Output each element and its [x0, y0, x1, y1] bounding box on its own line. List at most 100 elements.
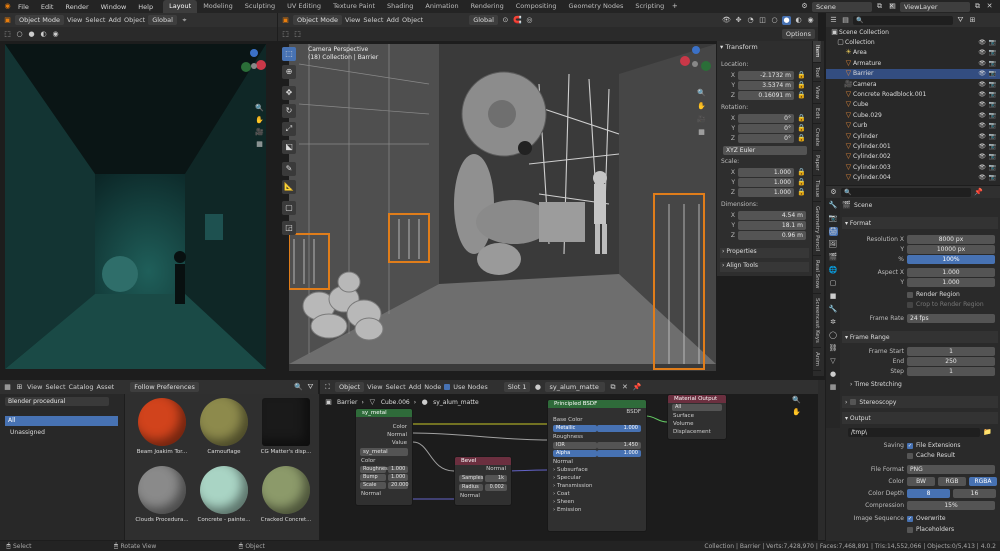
tool-props-icon[interactable]: 🔧	[829, 201, 838, 210]
overlay-icon[interactable]: ◔	[746, 16, 755, 25]
visibility-eye-icon[interactable]: 👁	[978, 81, 986, 88]
visibility-eye-icon[interactable]: 👁	[978, 49, 986, 56]
render-region-checkbox[interactable]	[907, 291, 913, 298]
frame-range-panel-header[interactable]: ▾ Frame Range	[842, 331, 998, 343]
ntab-paper[interactable]: Paper	[813, 151, 821, 176]
shading-rendered-icon[interactable]: ◉	[51, 30, 60, 39]
snap-icon[interactable]: ⌖	[180, 16, 189, 25]
align-tools-subpanel[interactable]: › Align Tools	[720, 262, 809, 272]
format-panel-header[interactable]: ▾ Format	[842, 217, 998, 229]
main-menu-select[interactable]: Select	[363, 16, 383, 24]
pan-hand-icon[interactable]: ✋	[255, 116, 264, 125]
outliner-item[interactable]: ▽ Cube.029 👁 📷	[826, 110, 1000, 120]
tool-select-box-icon[interactable]: ⬚	[282, 47, 296, 61]
shader-type-dropdown[interactable]: Object	[335, 382, 365, 392]
bsdf-subsurface[interactable]: › Subsurface	[548, 466, 646, 474]
bevel-samples-field[interactable]: 1k	[485, 475, 507, 482]
tab-shading[interactable]: Shading	[381, 0, 419, 13]
sy-metal-group-field[interactable]: sy_metal	[360, 448, 408, 456]
color-rgba-button[interactable]: RGBA	[969, 477, 997, 486]
node-zoom-icon[interactable]: 🔍	[792, 396, 801, 405]
asset-tile[interactable]: Camouflage	[195, 398, 253, 462]
output-panel-header[interactable]: ▾ Output	[842, 412, 998, 424]
main-mode-dropdown[interactable]: Object Mode	[293, 15, 342, 25]
render-toggle-icon[interactable]: 📷	[989, 133, 996, 140]
view-layer-props-icon[interactable]: 🖼	[829, 240, 838, 249]
render-toggle-icon[interactable]: 📷	[989, 81, 996, 88]
node-menu-node[interactable]: Node	[424, 383, 441, 391]
loc-x-lock-icon[interactable]: 🔒	[797, 71, 806, 80]
ntab-tool[interactable]: Tool	[813, 63, 821, 83]
camera-view-icon[interactable]: 🎥	[255, 128, 264, 137]
constraints-props-icon[interactable]: ⛓	[829, 344, 838, 353]
ntab-real-snow[interactable]: Real Snow	[813, 256, 821, 294]
loc-z-lock-icon[interactable]: 🔒	[797, 91, 806, 100]
visibility-eye-icon[interactable]: 👁	[978, 112, 986, 119]
resolution-percentage-field[interactable]: 100%	[907, 255, 995, 264]
outliner-editor-icon[interactable]: ☰	[829, 16, 838, 25]
visibility-eye-icon[interactable]: 👁	[978, 153, 986, 160]
cache-result-checkbox[interactable]	[907, 452, 913, 459]
gizmo-toggle-icon[interactable]: ✥	[734, 16, 743, 25]
tab-animation[interactable]: Animation	[419, 0, 464, 13]
pin-icon[interactable]: 📌	[974, 188, 983, 197]
material-props-icon[interactable]: ●	[829, 370, 838, 379]
left-menu-add[interactable]: Add	[108, 16, 121, 24]
menu-help[interactable]: Help	[138, 3, 153, 11]
visibility-eye-icon[interactable]: 👁	[978, 174, 986, 181]
node-sy-metal[interactable]: sy_metal Color Normal Value sy_metal Col…	[355, 408, 413, 506]
stereoscopy-panel-header[interactable]: › Stereoscopy	[842, 396, 998, 408]
main-nav-gizmo[interactable]	[676, 44, 714, 86]
asset-display-icon[interactable]: ⊞	[15, 383, 24, 392]
rot-z-lock-icon[interactable]: 🔒	[797, 134, 806, 143]
slot-dropdown[interactable]: Slot 1	[503, 382, 531, 392]
left-nav-gizmo[interactable]	[234, 46, 270, 84]
outliner-item[interactable]: ▽ Cube 👁 📷	[826, 100, 1000, 110]
tab-geometry-nodes[interactable]: Geometry Nodes	[563, 0, 630, 13]
render-props-icon[interactable]: 📷	[829, 214, 838, 223]
properties-search[interactable]: 🔍	[841, 187, 971, 197]
visibility-eye-icon[interactable]: 👁	[978, 101, 986, 108]
main-grid-icon[interactable]: ▦	[697, 128, 706, 137]
outliner-item[interactable]: ▽ Barrier 👁 📷	[826, 68, 1000, 79]
collection-row[interactable]: ▢ Collection 👁 📷	[826, 37, 1000, 47]
main-select-mode-icon[interactable]: ⬚	[281, 30, 290, 39]
depth-8-button[interactable]: 8	[907, 489, 950, 498]
scene-name[interactable]: Scene	[812, 1, 872, 12]
main-shading-solid-icon[interactable]: ●	[782, 15, 791, 25]
file-format-dropdown[interactable]: PNG	[907, 465, 995, 474]
scale-x-field[interactable]: 1.000	[738, 168, 794, 177]
sy-metal-scale-field[interactable]: 20.000	[388, 482, 409, 489]
catalog-unassigned[interactable]: Unassigned	[10, 428, 45, 438]
asset-menu-view[interactable]: View	[27, 383, 42, 391]
view-layer-name[interactable]: ViewLayer	[900, 1, 970, 12]
bsdf-coat[interactable]: › Coat	[548, 490, 646, 498]
asset-menu-asset[interactable]: Asset	[96, 383, 114, 391]
node-pan-icon[interactable]: ✋	[792, 408, 801, 417]
overwrite-checkbox[interactable]: ✓	[907, 515, 913, 522]
add-workspace-icon[interactable]: +	[670, 2, 679, 11]
placeholders-checkbox[interactable]	[907, 526, 913, 533]
tool-measure-icon[interactable]: 📐	[282, 180, 296, 194]
outliner-item[interactable]: ☀ Area 👁 📷	[826, 48, 1000, 58]
main-camera-icon[interactable]: 🎥	[697, 115, 706, 124]
node-bevel[interactable]: Bevel Normal Samples 1k Radius 0.002 Norma…	[454, 456, 512, 506]
output-target-dropdown[interactable]: All	[672, 404, 722, 411]
particles-props-icon[interactable]: ✲	[829, 318, 838, 327]
new-scene-icon[interactable]: ⧉	[875, 2, 884, 11]
main-pan-icon[interactable]: ✋	[697, 102, 706, 111]
ntab-geometry-pencil[interactable]: Geometry Pencil	[813, 202, 821, 257]
dimension-y-field[interactable]: 18.1 m	[738, 221, 806, 230]
left-orientation-dropdown[interactable]: Global	[148, 15, 177, 25]
render-toggle-icon[interactable]: 📷	[989, 122, 996, 129]
bsdf-alpha-field[interactable]: 1.000	[597, 450, 641, 457]
transform-header[interactable]: ▾ Transform	[720, 43, 758, 51]
rotation-y-field[interactable]: 0°	[738, 124, 794, 133]
editor-type-icon[interactable]: ▣	[3, 16, 12, 25]
ntab-anim[interactable]: Anim	[813, 348, 821, 371]
physics-props-icon[interactable]: ◯	[829, 331, 838, 340]
display-mode-icon[interactable]: ▤	[841, 16, 850, 25]
asset-menu-catalog[interactable]: Catalog	[69, 383, 94, 391]
scale-y-lock-icon[interactable]: 🔒	[797, 178, 806, 187]
bevel-radius-field[interactable]: 0.002	[485, 484, 507, 491]
